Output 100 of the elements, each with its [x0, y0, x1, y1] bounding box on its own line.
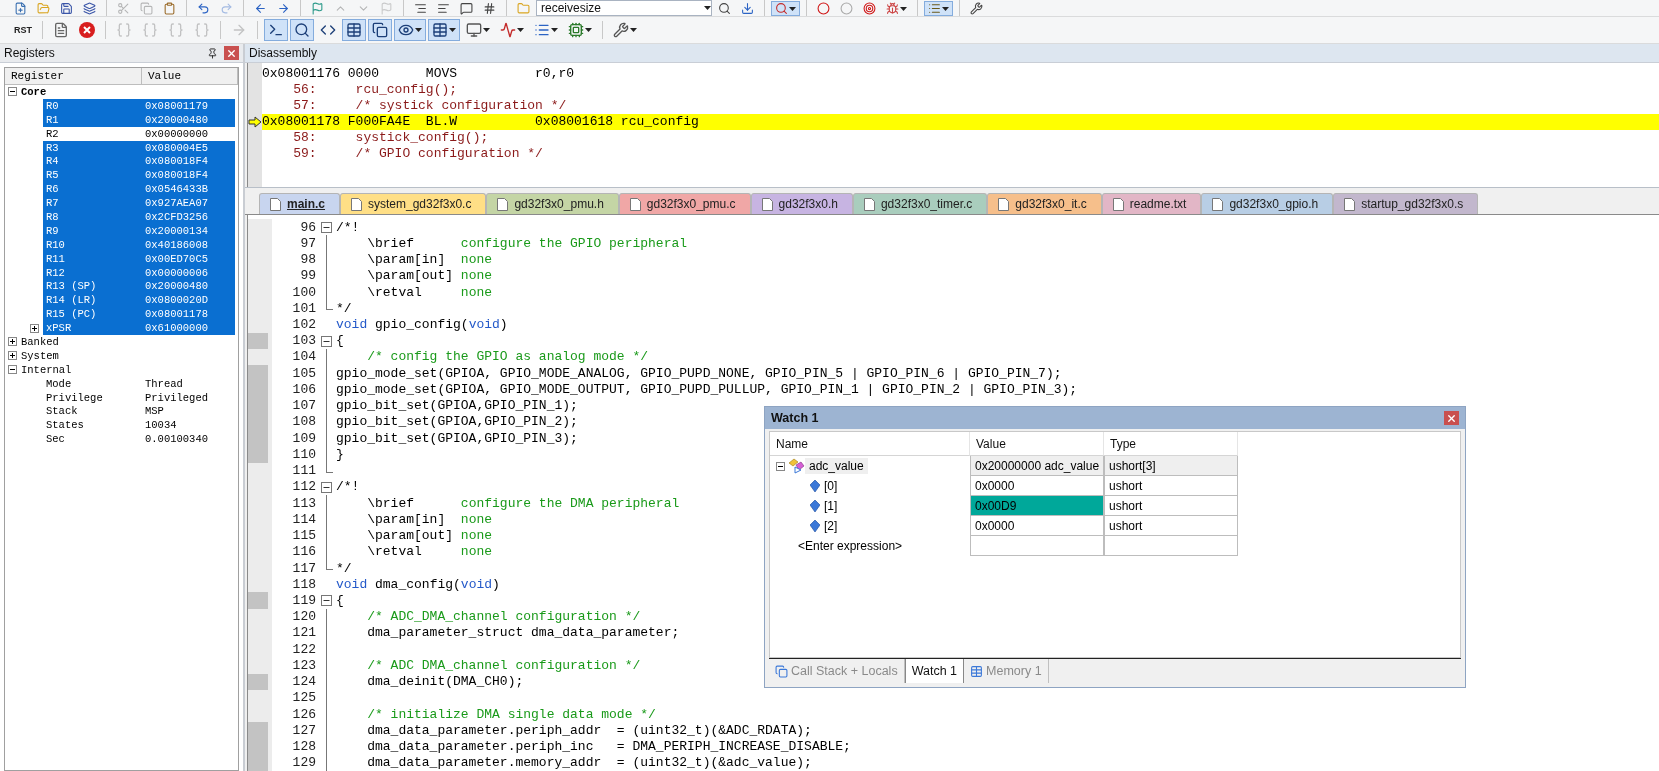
register-row[interactable]: Mode Thread: [43, 376, 235, 391]
reset-button[interactable]: RST: [10, 19, 36, 41]
column-header[interactable]: Value: [142, 68, 238, 85]
file-tab[interactable]: gd32f3x0_pmu.h: [486, 193, 619, 214]
flag-icon: [380, 2, 393, 15]
element-name[interactable]: [2]: [820, 518, 842, 534]
value-cell[interactable]: [970, 536, 1104, 556]
variable-name[interactable]: adc_value: [805, 458, 868, 474]
file-tab[interactable]: gd32f3x0_timer.c: [852, 193, 988, 214]
panel-tab[interactable]: Watch 1: [904, 659, 965, 683]
register-row[interactable]: States 10034: [43, 418, 235, 433]
register-row[interactable]: R14 (LR) 0x0800020D: [43, 293, 235, 308]
expand-icon[interactable]: [8, 337, 17, 347]
register-name: Mode: [46, 377, 73, 390]
register-name: R1: [46, 113, 60, 126]
register-group[interactable]: Banked: [17, 335, 59, 348]
circle-icon: [840, 2, 853, 15]
file-tab[interactable]: gd32f3x0_pmu.c: [618, 193, 751, 214]
assembly-line: 0x08001176 0000 MOVS r0,r0: [262, 66, 576, 82]
file-tab[interactable]: readme.txt: [1101, 193, 1202, 214]
column-header[interactable]: Name: [770, 432, 970, 456]
close-button[interactable]: [1444, 411, 1459, 425]
pin-icon[interactable]: [207, 47, 218, 59]
value-cell[interactable]: 0x0000: [970, 516, 1104, 536]
column-header[interactable]: Register: [5, 68, 142, 85]
file-tab[interactable]: gd32f3x0_gpio.h: [1201, 193, 1334, 214]
enter-expression[interactable]: <Enter expression>: [794, 538, 907, 554]
register-row[interactable]: R15 (PC) 0x08001178: [43, 307, 235, 322]
line-number: 102: [291, 317, 317, 332]
register-row[interactable]: Stack MSP: [43, 404, 235, 419]
type-cell: ushort: [1104, 496, 1238, 516]
register-row[interactable]: xPSR 0x61000000: [43, 321, 235, 336]
register-value: 0x080004E5: [145, 141, 208, 154]
serial-window-icon: [466, 22, 482, 38]
wrench-icon: [970, 2, 983, 15]
call-stack-button[interactable]: [368, 19, 392, 41]
disassembly-button[interactable]: [290, 19, 314, 41]
register-value: Thread: [145, 377, 183, 390]
register-row[interactable]: R5 0x080018F4: [43, 168, 235, 183]
variable-icon: [787, 458, 805, 474]
file-tab[interactable]: gd32f3x0_it.c: [987, 193, 1102, 214]
bug-icon: [886, 2, 899, 15]
file-tab[interactable]: gd32f3x0.h: [750, 193, 853, 214]
code-line: \param[out] none: [366, 268, 493, 284]
window-title: Watch 1: [771, 411, 819, 425]
register-value: 0x2CFD3256: [145, 210, 208, 223]
register-group[interactable]: Core: [17, 85, 47, 98]
caret-icon: [630, 28, 637, 32]
registers-button[interactable]: [342, 19, 366, 41]
value-cell[interactable]: 0x00D9: [970, 496, 1104, 516]
register-row[interactable]: R8 0x2CFD3256: [43, 210, 235, 224]
line-number: 124: [291, 674, 317, 690]
collapse-icon[interactable]: [321, 481, 332, 493]
back-icon: [254, 2, 267, 15]
window-button[interactable]: [924, 1, 953, 16]
member-icon: [810, 520, 820, 532]
collapse-icon[interactable]: [321, 595, 332, 607]
search-combo[interactable]: receivesize: [536, 0, 712, 16]
collapse-icon[interactable]: [321, 222, 332, 233]
register-group[interactable]: Internal: [17, 363, 72, 376]
register-group[interactable]: System: [17, 349, 59, 362]
register-row[interactable]: R3 0x080004E5: [43, 140, 235, 155]
collapse-icon[interactable]: [321, 335, 332, 347]
document-icon: [1212, 197, 1224, 211]
file-tab[interactable]: system_gd32f3x0.c: [340, 193, 487, 214]
register-row[interactable]: R0 0x08001179: [43, 98, 235, 113]
register-row[interactable]: R7 0x927AEA07: [43, 196, 235, 210]
code-line: /* config the GPIO as analog mode */: [366, 349, 649, 365]
register-row[interactable]: R4 0x080018F4: [43, 154, 235, 169]
expand-icon[interactable]: [30, 323, 39, 333]
terminal-button[interactable]: [264, 19, 288, 41]
register-row[interactable]: Sec 0.00100340: [43, 432, 235, 447]
register-row[interactable]: Privilege Privileged: [43, 390, 235, 405]
register-name: Stack: [46, 405, 79, 418]
collapse-icon[interactable]: [8, 365, 17, 375]
collapse-icon[interactable]: [776, 461, 785, 471]
register-row[interactable]: R6 0x0546433B: [43, 182, 235, 197]
search-button[interactable]: [771, 1, 800, 16]
value-cell[interactable]: 0x20000000 adc_value: [970, 456, 1104, 476]
register-value: 0x00ED70C5: [145, 252, 208, 265]
line-number: 129: [291, 755, 317, 771]
file-tab[interactable]: main.c: [259, 193, 340, 214]
close-button[interactable]: [224, 46, 239, 60]
register-value: 0x61000000: [145, 322, 208, 335]
watch-button[interactable]: [394, 19, 426, 41]
register-value: 0x00000006: [145, 266, 208, 279]
register-name: R15 (PC): [46, 308, 98, 321]
line-number: 101: [291, 300, 317, 316]
collapse-icon[interactable]: [8, 87, 17, 97]
register-value: 0x927AEA07: [145, 197, 208, 210]
value-cell[interactable]: 0x0000: [970, 476, 1104, 496]
caret-icon: [449, 28, 456, 32]
register-row[interactable]: R2 0x00000000: [43, 126, 235, 141]
register-row[interactable]: R13 (SP) 0x20000480: [43, 279, 235, 294]
element-name[interactable]: [0]: [820, 478, 842, 494]
register-value: 0x20000480: [145, 113, 208, 126]
file-tab[interactable]: startup_gd32f3x0.s: [1333, 193, 1479, 214]
element-name[interactable]: [1]: [820, 498, 842, 514]
memory-button[interactable]: [428, 19, 460, 41]
expand-icon[interactable]: [8, 351, 17, 361]
